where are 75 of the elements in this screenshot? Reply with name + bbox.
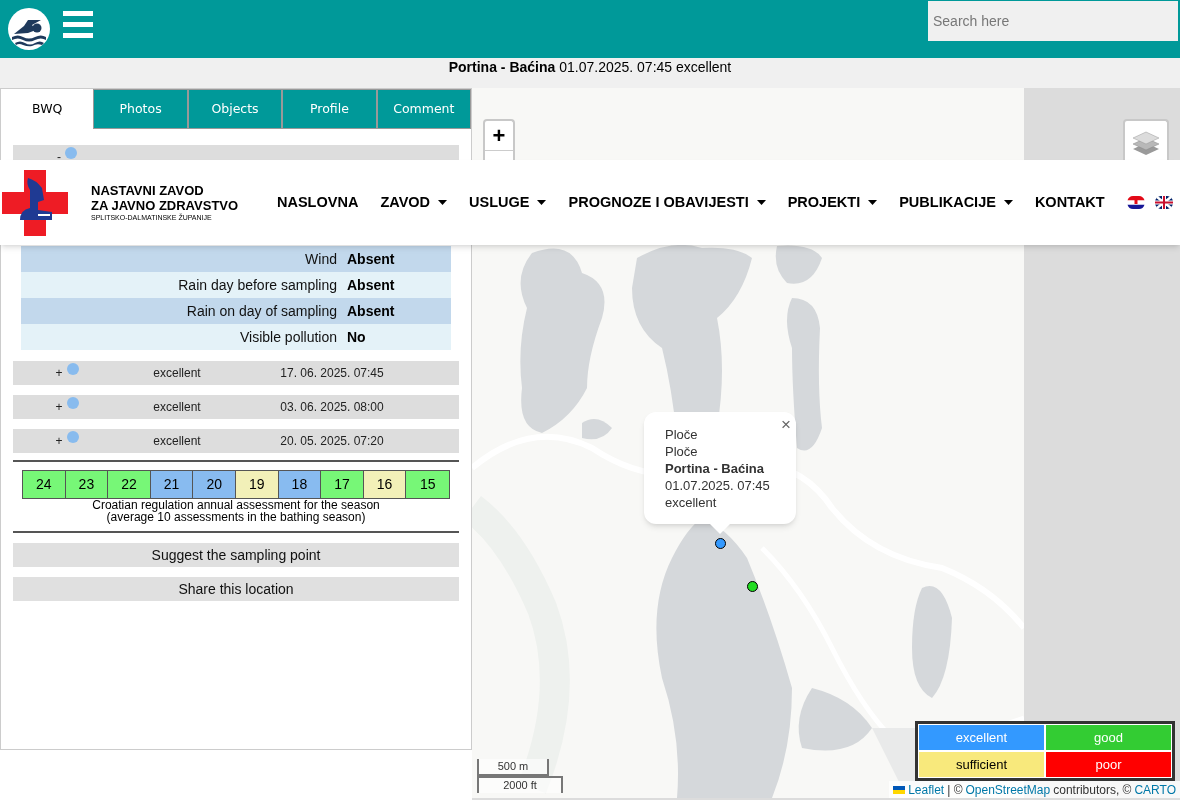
org-name: NASTAVNI ZAVOD (91, 182, 205, 198)
assessment-value: 20 (193, 471, 236, 498)
popup-text: Ploče (665, 426, 699, 443)
location-marker[interactable] (715, 538, 726, 549)
legend-item: excellent (919, 725, 1044, 750)
assessment-caption: (average 10 assessments in the bathing season) (106, 511, 366, 523)
nav-link[interactable]: ZAVOD (380, 191, 448, 214)
swimmer-icon[interactable] (8, 8, 50, 50)
condition-value: Absent (347, 249, 395, 269)
caret-icon (537, 200, 547, 205)
assessment-value: 19 (236, 471, 279, 498)
assessment-value: 23 (65, 471, 109, 498)
nav-link[interactable]: PUBLIKACIJE (899, 191, 1013, 214)
menu-icon[interactable] (63, 11, 93, 38)
caret-icon (756, 200, 766, 205)
attribution-link[interactable]: OpenStreetMap (965, 780, 1051, 799)
quality-text: excellent (152, 365, 202, 382)
assessment-value: 15 (406, 471, 449, 498)
legend-item: good (1046, 725, 1171, 750)
popup-text: 01.07.2025. 07:45 (665, 477, 771, 494)
popup-text: Portina - Baćina (665, 460, 765, 477)
action-button[interactable]: Share this location (13, 577, 459, 601)
condition-value: Absent (347, 301, 395, 321)
caret-icon (438, 200, 448, 205)
assessment-caption: Croatian regulation annual assessment for the season (92, 499, 380, 511)
condition-value: Absent (347, 275, 395, 295)
location-marker[interactable] (747, 581, 758, 592)
flag-icon (893, 785, 906, 794)
nav-link[interactable]: USLUGE (469, 191, 547, 214)
attribution-text: | © (947, 781, 963, 799)
condition-label: Wind (304, 249, 337, 269)
scale-bar: 500 m (477, 759, 549, 776)
quality-text: excellent (152, 399, 202, 416)
assessment-value: 17 (321, 471, 364, 498)
attribution-link[interactable]: CARTO (1134, 780, 1176, 799)
medical-cross-icon[interactable] (2, 169, 68, 236)
condition-value: No (347, 327, 366, 347)
legend-item: sufficient (919, 752, 1044, 777)
toggle-sign[interactable]: + (55, 367, 63, 379)
assessment-value: 22 (108, 471, 151, 498)
flag-icon[interactable] (1126, 196, 1145, 209)
scale-bar: 2000 ft (477, 776, 563, 793)
popup-text: excellent (665, 494, 718, 511)
zoom-in-button[interactable]: + (485, 121, 513, 151)
toggle-sign[interactable]: + (55, 401, 63, 413)
flag-icon[interactable] (1154, 196, 1173, 209)
assessment-value: 24 (23, 471, 66, 498)
attribution-text: contributors, © (1053, 781, 1132, 799)
action-button[interactable]: Suggest the sampling point (13, 543, 459, 567)
assessment-value: 21 (150, 471, 194, 498)
sample-date: 17. 06. 2025. 07:45 (279, 365, 385, 382)
attribution-link[interactable]: Leaflet (908, 780, 945, 799)
condition-label: Visible pollution (238, 327, 337, 347)
nav-link[interactable]: PROJEKTI (787, 191, 878, 214)
layers-button[interactable] (1123, 119, 1169, 160)
legend-item: poor (1046, 752, 1171, 777)
caret-icon (1003, 200, 1013, 205)
nav-link[interactable]: PROGNOZE I OBAVIJESTI (568, 191, 766, 214)
popup-text: Ploče (665, 443, 699, 460)
quality-text: excellent (152, 433, 202, 450)
location-title: Portina - Baćina 01.07.2025. 07:45 excellent (448, 58, 732, 77)
assessment-value: 18 (278, 471, 322, 498)
condition-label: Rain on day of sampling (185, 301, 337, 321)
caret-icon (868, 200, 878, 205)
sample-date: 03. 06. 2025. 08:00 (279, 399, 385, 416)
close-button[interactable]: × (781, 416, 791, 433)
search-field[interactable]: Search here (928, 1, 1178, 41)
sample-date: 20. 05. 2025. 07:20 (279, 433, 385, 450)
toggle-sign[interactable]: + (55, 435, 63, 447)
assessment-value: 16 (363, 471, 407, 498)
org-name: ZA JAVNO ZDRAVSTVO (91, 197, 240, 213)
layers-icon (1132, 131, 1160, 157)
nav-link[interactable]: KONTAKT (1034, 191, 1105, 214)
condition-label: Rain day before sampling (177, 275, 337, 295)
nav-link[interactable]: NASLOVNA (277, 191, 359, 214)
